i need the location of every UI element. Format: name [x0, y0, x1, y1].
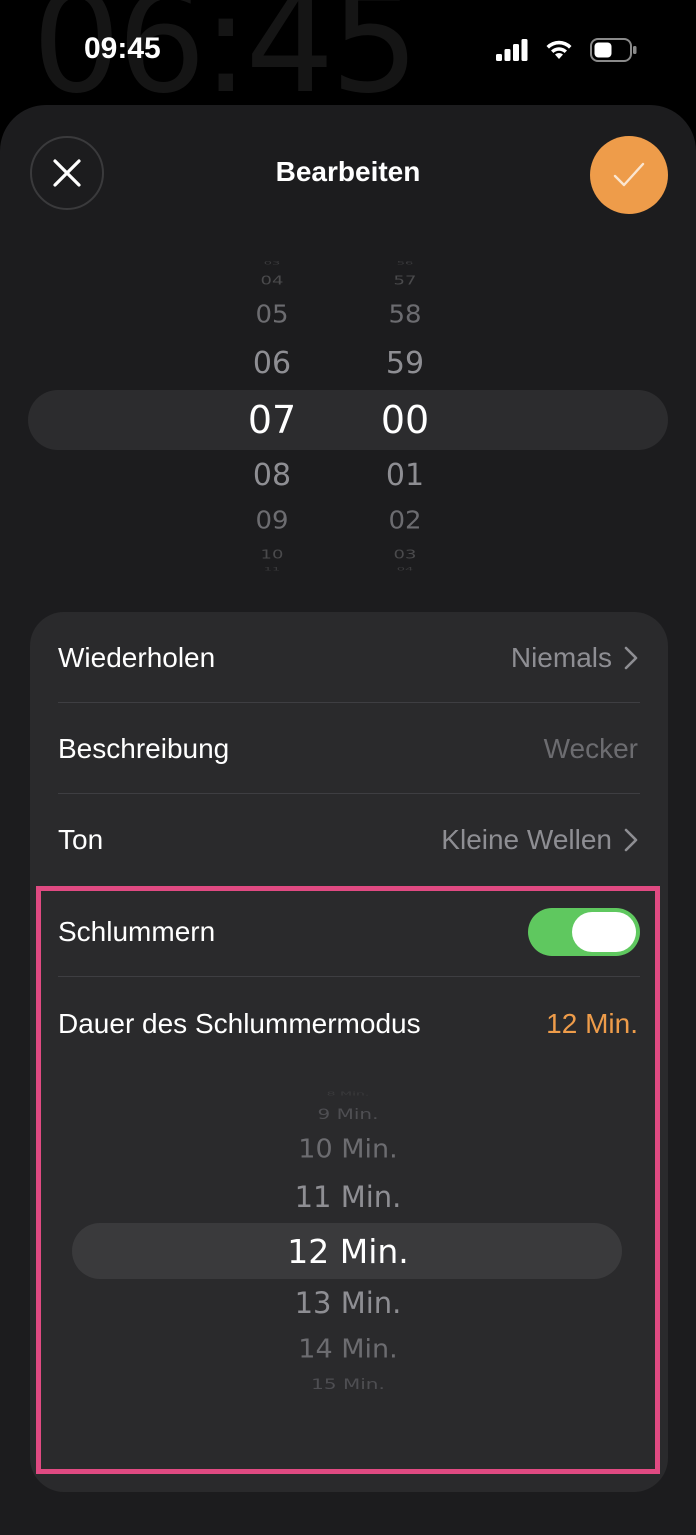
snooze-option[interactable]: 12 Min.	[0, 1232, 696, 1271]
status-bar: 09:45	[0, 0, 696, 100]
snooze-option[interactable]: 11 Min.	[0, 1180, 696, 1214]
snooze-duration-label: Dauer des Schlummermodus	[58, 1008, 421, 1039]
hour-option[interactable]: 09	[222, 507, 322, 536]
minute-option[interactable]: 57	[355, 273, 455, 288]
time-picker-selection	[28, 390, 668, 450]
minute-option[interactable]: 59	[355, 346, 455, 381]
minute-option[interactable]: 00	[355, 398, 455, 442]
snooze-option[interactable]: 9 Min.	[0, 1105, 696, 1122]
snooze-toggle[interactable]	[528, 908, 640, 956]
divider	[58, 793, 640, 794]
chevron-right-icon	[624, 828, 638, 852]
hour-option[interactable]: 05	[222, 301, 322, 330]
chevron-right-icon	[624, 646, 638, 670]
repeat-value: Niemals	[510, 642, 612, 673]
description-input[interactable]: Wecker	[544, 733, 638, 765]
snooze-option[interactable]: 10 Min.	[0, 1135, 696, 1164]
repeat-label: Wiederholen	[58, 642, 216, 673]
minute-option[interactable]: 03	[355, 547, 455, 562]
minute-option[interactable]: 56	[355, 261, 455, 266]
minute-option[interactable]: 02	[355, 507, 455, 536]
status-time: 09:45	[84, 32, 161, 65]
toggle-knob	[572, 912, 636, 952]
battery-icon	[590, 38, 637, 62]
snooze-option[interactable]: 14 Min.	[0, 1335, 696, 1364]
minute-option[interactable]: 01	[355, 458, 455, 493]
signal-icon	[496, 39, 528, 61]
minute-option[interactable]: 58	[355, 301, 455, 330]
minute-option[interactable]: 04	[355, 567, 455, 572]
snooze-duration-value: 12 Min.	[546, 1008, 638, 1039]
description-label: Beschreibung	[58, 733, 230, 764]
snooze-option[interactable]: 8 Min.	[0, 1091, 696, 1097]
status-icons	[496, 38, 638, 62]
confirm-button[interactable]	[590, 136, 668, 214]
hour-option[interactable]: 08	[222, 458, 322, 493]
snooze-option[interactable]: 15 Min.	[0, 1375, 696, 1392]
hour-option[interactable]: 04	[222, 273, 322, 288]
divider	[58, 702, 640, 703]
snooze-label: Schlummern	[58, 916, 216, 947]
hour-option[interactable]: 03	[222, 261, 322, 266]
checkmark-icon	[613, 162, 645, 187]
hour-option[interactable]: 10	[222, 547, 322, 562]
snooze-option[interactable]: 13 Min.	[0, 1286, 696, 1320]
hour-option[interactable]: 11	[222, 567, 322, 572]
hour-option[interactable]: 07	[222, 398, 322, 442]
sound-label: Ton	[58, 824, 104, 855]
wifi-icon	[546, 40, 572, 59]
sound-value: Kleine Wellen	[441, 824, 612, 855]
hour-option[interactable]: 06	[222, 346, 322, 381]
divider	[58, 976, 640, 977]
